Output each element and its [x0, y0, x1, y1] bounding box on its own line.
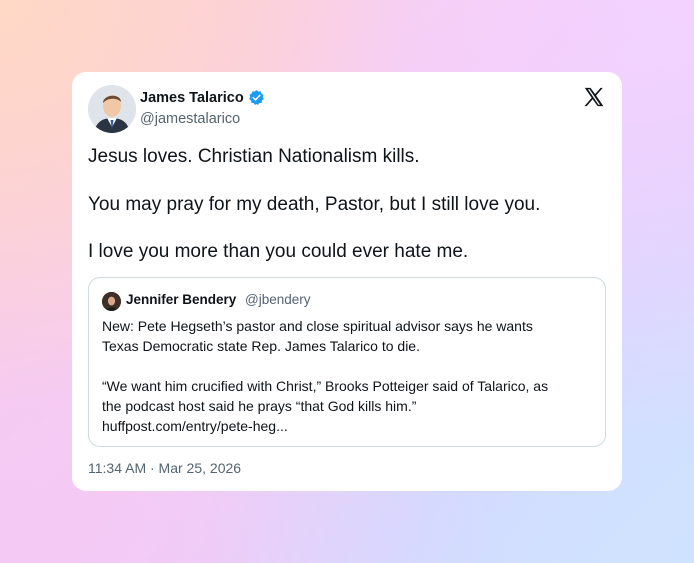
quoted-text-line: Texas Democratic state Rep. James Talari… [102, 338, 420, 354]
quoted-text-line: “We want him crucified with Christ,” Bro… [102, 378, 549, 394]
tweet-text-line: You may pray for my death, Pastor, but I… [88, 194, 541, 215]
quoted-link[interactable]: huffpost.com/entry/pete-heg... [102, 416, 288, 436]
verified-badge-icon [248, 90, 264, 106]
tweet-text-line: Jesus loves. Christian Nationalism kills… [88, 146, 420, 167]
author-name-row[interactable]: James Talarico [140, 89, 265, 106]
x-logo-icon[interactable] [583, 86, 605, 108]
tweet-timestamp[interactable]: 11:34 AM · Mar 25, 2026 [88, 460, 241, 476]
author-handle[interactable]: @jamestalarico [140, 111, 240, 127]
quoted-author-avatar-image [102, 292, 121, 311]
quoted-author-handle[interactable]: @jbendery [245, 292, 311, 307]
quoted-author-name[interactable]: Jennifer Bendery [126, 292, 236, 307]
quoted-author-avatar[interactable] [102, 292, 121, 311]
author-avatar[interactable] [88, 85, 136, 133]
tweet-card[interactable]: James Talarico @jamestalarico Jesus love… [72, 72, 622, 491]
tweet-text-line: I love you more than you could ever hate… [88, 241, 469, 262]
quoted-text-line: the podcast host said he prays “that God… [102, 398, 417, 414]
author-name[interactable]: James Talarico [140, 90, 244, 106]
quoted-tweet[interactable]: Jennifer Bendery @jbendery New: Pete Heg… [88, 277, 606, 447]
quoted-text-line: New: Pete Hegseth’s pastor and close spi… [102, 318, 533, 334]
author-avatar-image [88, 85, 136, 133]
